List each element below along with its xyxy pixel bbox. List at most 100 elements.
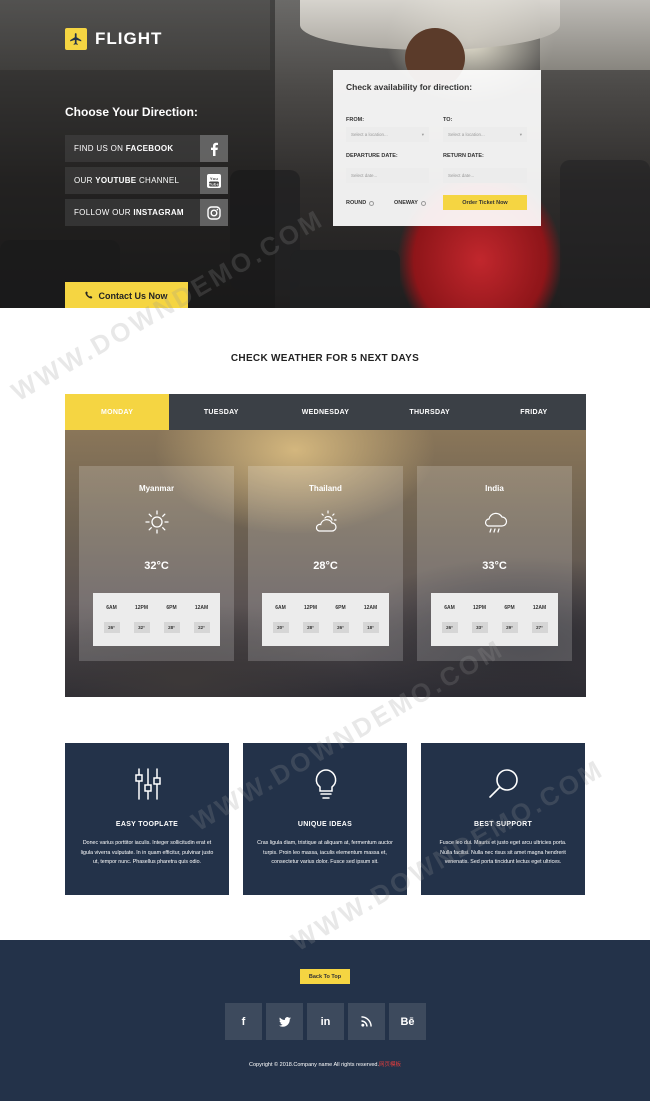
hour-temp: 26° <box>332 622 349 633</box>
hour-temp: 29° <box>501 622 518 633</box>
tab-tuesday[interactable]: TUESDAY <box>169 394 273 430</box>
hour-label: 12PM <box>472 605 487 611</box>
back-to-top-button[interactable]: Back To Top <box>300 969 350 984</box>
feature-title: BEST SUPPORT <box>473 821 533 828</box>
footer: Back To Top f in Bē Copyright © 2018.Com… <box>0 940 650 1101</box>
departure-date-input[interactable]: Select date... <box>346 168 429 183</box>
chevron-down-icon: ▾ <box>519 131 522 137</box>
feature-unique-ideas: UNIQUE IDEAS Cras ligula diam, tristique… <box>243 743 407 895</box>
hour-label: 6PM <box>335 605 346 611</box>
city-name: Thailand <box>309 484 342 493</box>
hour-temp: 26° <box>103 622 120 633</box>
rain-cloud-icon <box>484 512 508 533</box>
hour-label: 12PM <box>134 605 149 611</box>
hero-section: FLIGHT Choose Your Direction: FIND US ON… <box>0 0 650 308</box>
radio-icon <box>420 200 426 206</box>
tab-wednesday[interactable]: WEDNESDAY <box>273 394 377 430</box>
footer-twitter-link[interactable] <box>266 1003 303 1040</box>
social-link-youtube[interactable]: OUR YOUTUBE CHANNEL You Tube <box>65 167 228 194</box>
radio-icon <box>369 200 375 206</box>
tab-friday[interactable]: FRIDAY <box>482 394 586 430</box>
svg-text:You: You <box>210 176 218 181</box>
city-name: India <box>485 484 504 493</box>
logo-text: FLIGHT <box>95 29 163 48</box>
magnifier-icon <box>489 769 518 798</box>
partly-cloudy-icon <box>315 510 337 532</box>
hourly-forecast: 6AM 12PM 6PM 12AM 26° 33° 29° 27° <box>431 593 558 646</box>
lightbulb-icon <box>315 769 337 799</box>
airplane-icon <box>65 28 87 50</box>
temperature: 32°C <box>144 560 169 572</box>
linkedin-icon: in <box>320 1015 331 1028</box>
weather-title: CHECK WEATHER FOR 5 NEXT DAYS <box>230 353 420 364</box>
to-label: TO: <box>443 117 453 123</box>
temperature: 33°C <box>482 560 507 572</box>
hour-temp: 20° <box>272 622 289 633</box>
feature-title: EASY TOOPLATE <box>115 821 179 828</box>
footer-rss-link[interactable] <box>348 1003 385 1040</box>
instagram-icon <box>200 199 228 226</box>
weather-card-myanmar: Myanmar 32°C 6AM 12PM 6PM 12AM 26° 32° 2… <box>79 466 234 661</box>
hour-label: 6PM <box>504 605 515 611</box>
facebook-icon: f <box>241 1015 246 1028</box>
chevron-down-icon: ▾ <box>421 131 424 137</box>
hour-temp: 32° <box>133 622 150 633</box>
from-label: FROM: <box>346 117 365 123</box>
hour-temp: 22° <box>193 622 210 633</box>
feature-easy-tooplate: EASY TOOPLATE Donec varius porttitor iac… <box>65 743 229 895</box>
hour-label: 6AM <box>275 605 286 611</box>
hour-label: 6AM <box>444 605 455 611</box>
round-radio[interactable]: ROUND <box>346 200 375 206</box>
phone-icon <box>85 290 93 301</box>
tab-monday[interactable]: MONDAY <box>65 394 170 430</box>
sun-icon <box>145 510 169 534</box>
weather-day-tabs: MONDAY TUESDAY WEDNESDAY THURSDAY FRIDAY <box>65 394 586 430</box>
sliders-icon <box>135 768 161 800</box>
to-select[interactable]: Select a location... ▾ <box>443 127 527 142</box>
contact-us-button[interactable]: Contact Us Now <box>65 282 188 308</box>
hour-label: 6PM <box>166 605 177 611</box>
overhead-bin <box>540 0 650 70</box>
weather-card-thailand: Thailand 28°C 6AM 12PM 6PM 12AM 20° 28° … <box>248 466 403 661</box>
return-date-input[interactable]: Select date... <box>443 168 527 183</box>
hourly-forecast: 6AM 12PM 6PM 12AM 20° 28° 26° 18° <box>262 593 389 646</box>
temperature: 28°C <box>313 560 338 572</box>
hour-temp: 28° <box>302 622 319 633</box>
hour-temp: 18° <box>362 622 379 633</box>
social-link-facebook[interactable]: FIND US ON FACEBOOK <box>65 135 228 162</box>
youtube-icon: You Tube <box>200 167 228 194</box>
hour-temp: 26° <box>441 622 458 633</box>
svg-text:Tube: Tube <box>209 181 220 186</box>
twitter-icon <box>278 1016 291 1027</box>
social-link-instagram[interactable]: FOLLOW OUR INSTAGRAM <box>65 199 228 226</box>
weather-card-india: India 33°C 6AM 12PM 6PM 12AM 26° 33° 29°… <box>417 466 572 661</box>
seat <box>290 250 400 308</box>
choose-direction-title: Choose Your Direction: <box>65 105 198 119</box>
copyright-brand-link[interactable]: 网页模板 <box>379 1062 401 1068</box>
hour-label: 12AM <box>532 605 547 611</box>
behance-icon: Bē <box>400 1015 415 1028</box>
from-select[interactable]: Select a location... ▾ <box>346 127 429 142</box>
departure-label: DEPARTURE DATE: <box>346 153 398 159</box>
footer-facebook-link[interactable]: f <box>225 1003 262 1040</box>
booking-title: Check availability for direction: <box>346 82 473 92</box>
rss-icon <box>361 1016 372 1027</box>
booking-form: Check availability for direction: FROM: … <box>333 70 541 226</box>
hour-label: 12AM <box>363 605 378 611</box>
tab-thursday[interactable]: THURSDAY <box>378 394 482 430</box>
footer-behance-link[interactable]: Bē <box>389 1003 426 1040</box>
feature-text: Cras ligula diam, tristique at aliquam a… <box>257 840 393 865</box>
hourly-forecast: 6AM 12PM 6PM 12AM 26° 32° 28° 22° <box>93 593 220 646</box>
logo[interactable]: FLIGHT <box>65 28 162 50</box>
hour-label: 6AM <box>106 605 117 611</box>
copyright: Copyright © 2018.Company name All rights… <box>248 1062 402 1068</box>
footer-linkedin-link[interactable]: in <box>307 1003 344 1040</box>
seat <box>560 160 650 308</box>
order-ticket-button[interactable]: Order Ticket Now <box>443 195 527 210</box>
oneway-radio[interactable]: ONEWAY <box>394 200 426 206</box>
hour-label: 12PM <box>303 605 318 611</box>
hour-label: 12AM <box>194 605 209 611</box>
hour-temp: 28° <box>163 622 180 633</box>
return-label: RETURN DATE: <box>443 153 484 159</box>
feature-best-support: BEST SUPPORT Fusce leo dui. Mauris et ju… <box>421 743 585 895</box>
